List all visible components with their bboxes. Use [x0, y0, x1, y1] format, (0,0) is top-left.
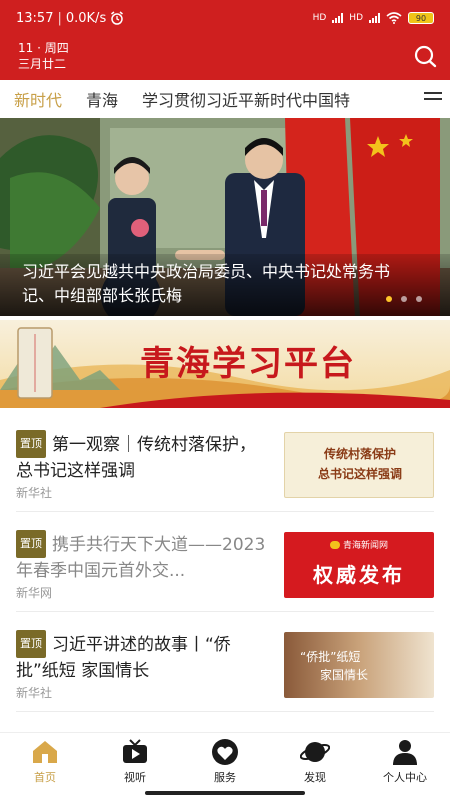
nav-home[interactable]: 首页: [0, 733, 90, 800]
news-item[interactable]: 置顶 携手共行天下大道——2023年春季中国元首外交... 新华网 青海新闻网 权…: [0, 512, 450, 612]
carousel-dot: [401, 296, 407, 302]
thumb-text: 权威发布: [313, 563, 405, 587]
news-thumbnail[interactable]: 传统村落保护 总书记这样强调: [284, 432, 434, 498]
pinned-badge: 置顶: [16, 530, 46, 558]
nav-av[interactable]: 视听: [90, 733, 180, 800]
news-source: 新华社: [16, 686, 53, 700]
carousel-indicator: [386, 296, 422, 302]
signal-1-label: HD: [312, 13, 327, 23]
tab-qinghai[interactable]: 青海: [86, 87, 118, 111]
thumb-text-1: “侨批”纸短: [300, 650, 361, 664]
nav-profile[interactable]: 个人中心: [360, 733, 450, 800]
news-item[interactable]: 置顶 习近平讲述的故事丨“侨批”纸短 家国情长 新华社 “侨批”纸短 家国情长: [0, 612, 450, 712]
thumb-logo-mark: [329, 541, 340, 549]
status-time: 13:57: [16, 10, 54, 26]
nav-label: 发现: [304, 771, 326, 784]
signal-2-label: HD: [349, 13, 363, 23]
planet-icon: [300, 742, 330, 762]
channel-tabs: 新时代 青海 学习贯彻习近平新时代中国特: [0, 80, 450, 118]
nav-label: 首页: [34, 771, 56, 784]
news-title[interactable]: 置顶 习近平讲述的故事丨“侨批”纸短 家国情长: [16, 630, 271, 684]
alarm-icon: [111, 11, 124, 25]
news-item[interactable]: 置顶 第一观察｜传统村落保护，总书记这样强调 新华社 传统村落保护 总书记这样强调: [0, 412, 450, 512]
home-icon: [33, 741, 57, 763]
carousel-dot: [416, 296, 422, 302]
battery-icon: 90: [408, 12, 434, 24]
heart-icon: [212, 739, 238, 765]
tab-menu-icon[interactable]: [424, 92, 442, 106]
news-title[interactable]: 置顶 携手共行天下大道——2023年春季中国元首外交...: [16, 530, 271, 584]
signal-1-icon: [332, 13, 344, 23]
thumb-text-2: 家国情长: [320, 668, 369, 682]
nav-label: 个人中心: [383, 771, 427, 784]
nav-discover[interactable]: 发现: [270, 733, 360, 800]
signal-2-icon: [369, 13, 380, 23]
carousel-dot: [386, 296, 392, 302]
study-platform-banner[interactable]: 青海学习平台: [0, 320, 450, 408]
person-icon: [393, 740, 417, 765]
news-title[interactable]: 置顶 第一观察｜传统村落保护，总书记这样强调: [16, 430, 271, 484]
date-display: 11 · 周四 三月廿二: [18, 40, 69, 72]
news-source: 新华网: [16, 586, 53, 600]
date-weekday: 11 · 周四: [18, 41, 69, 55]
nav-label: 服务: [214, 771, 236, 784]
date-lunar: 三月廿二: [18, 57, 67, 71]
news-source: 新华社: [16, 486, 53, 500]
network-speed: 0.0K/s: [65, 10, 107, 26]
wifi-icon: [386, 12, 402, 24]
bottom-nav: 首页 视听 服务 发现 个人中心: [0, 732, 450, 800]
news-thumbnail[interactable]: “侨批”纸短 家国情长: [284, 632, 434, 698]
thumb-text-1: 传统村落保护: [323, 447, 396, 461]
home-indicator: [145, 791, 305, 795]
thumb-text-2: 总书记这样强调: [317, 467, 402, 481]
tab-study-thought[interactable]: 学习贯彻习近平新时代中国特: [142, 87, 350, 111]
nav-label: 视听: [124, 771, 146, 784]
status-bar: 13:57 | 0.0K/s HD HD 90: [0, 0, 450, 36]
tab-new-era[interactable]: 新时代: [14, 87, 62, 111]
pinned-badge: 置顶: [16, 630, 46, 658]
news-thumbnail[interactable]: 青海新闻网 权威发布: [284, 532, 434, 598]
tv-icon: [123, 739, 147, 763]
search-icon[interactable]: [412, 44, 438, 70]
banner-title: 青海学习平台: [140, 344, 356, 384]
hero-caption[interactable]: 习近平会见越共中央政治局委员、中央书记处常务书记、中组部部长张氏梅: [0, 254, 450, 316]
thumb-logo: 青海新闻网: [284, 538, 434, 551]
nav-service[interactable]: 服务: [180, 733, 270, 800]
pinned-badge: 置顶: [16, 430, 46, 458]
hero-carousel[interactable]: 习近平会见越共中央政治局委员、中央书记处常务书记、中组部部长张氏梅: [0, 118, 450, 316]
app-header: 13:57 | 0.0K/s HD HD 90 11 · 周四 三月廿二: [0, 0, 450, 80]
